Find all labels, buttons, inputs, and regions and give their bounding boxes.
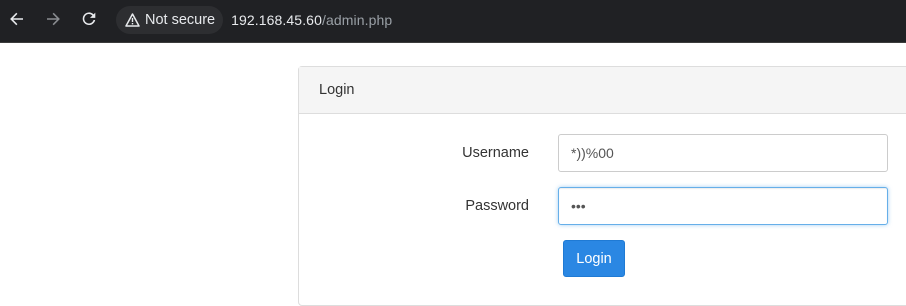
panel-heading: Login [299,67,906,114]
warning-triangle-icon [125,13,140,27]
url-text[interactable]: 192.168.45.60/admin.php [231,12,392,28]
forward-button[interactable] [42,8,64,30]
password-label: Password [465,198,529,214]
back-button[interactable] [6,8,28,30]
forward-arrow-icon [45,11,61,27]
username-label: Username [462,145,529,161]
username-input[interactable] [558,134,888,172]
username-row: Username [299,134,906,172]
security-label: Not secure [145,12,216,28]
address-bar[interactable]: Not secure 192.168.45.60/admin.php [116,6,900,34]
browser-toolbar: Not secure 192.168.45.60/admin.php [0,0,906,43]
reload-button[interactable] [78,8,100,30]
login-button[interactable]: Login [563,240,625,277]
url-host: 192.168.45.60 [231,12,322,28]
password-row: Password [299,187,906,225]
password-input[interactable] [558,187,888,225]
back-arrow-icon [9,11,25,27]
login-panel: Login Username Password Login [298,66,906,306]
url-path: /admin.php [321,12,393,28]
reload-icon [81,11,97,27]
security-indicator[interactable]: Not secure [116,6,224,34]
